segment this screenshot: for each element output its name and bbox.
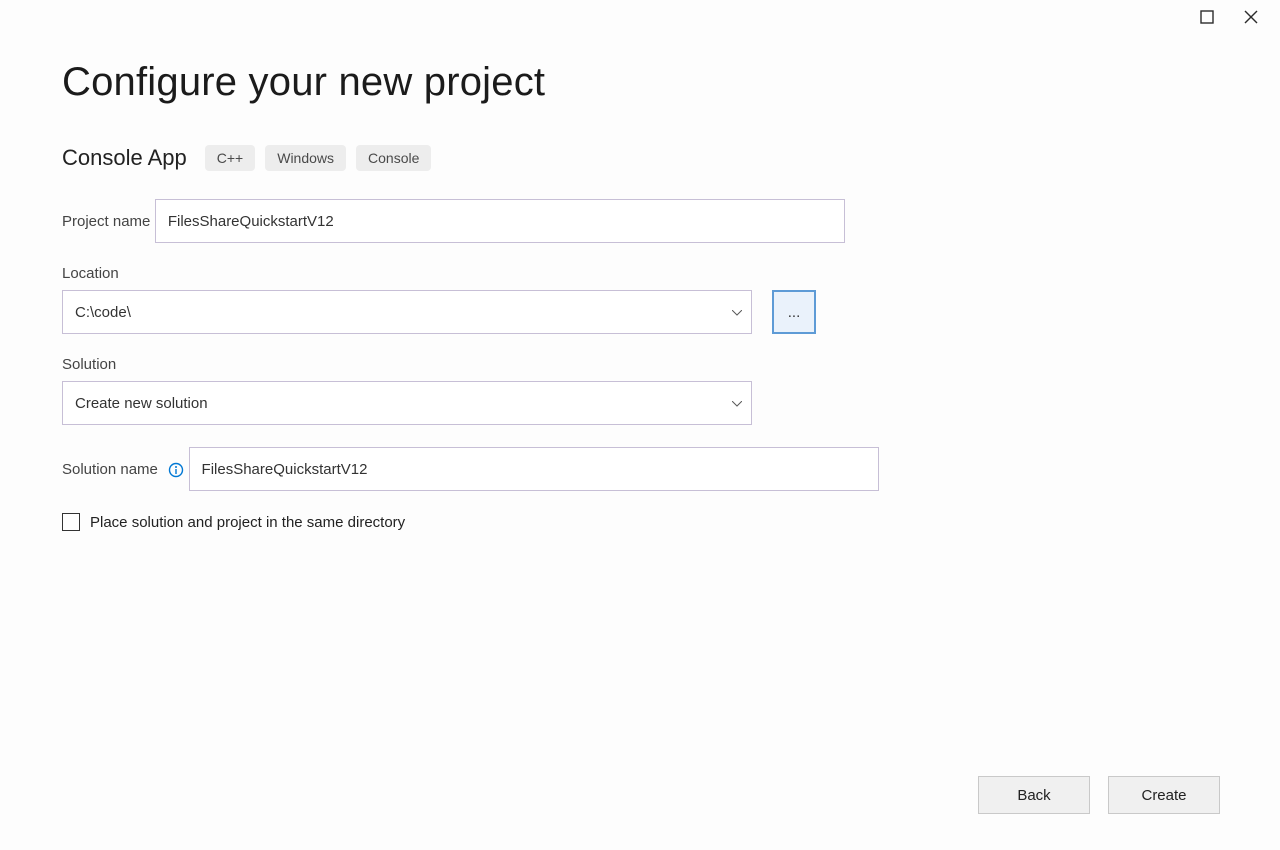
- location-label: Location: [62, 265, 119, 282]
- solution-name-group: Solution name: [62, 447, 1218, 491]
- configure-project-window: Configure your new project Console App C…: [0, 0, 1280, 850]
- solution-name-input[interactable]: [189, 447, 879, 491]
- location-group: Location ...: [62, 265, 1218, 334]
- location-combo[interactable]: [62, 290, 752, 334]
- solution-name-label-text: Solution name: [62, 461, 158, 478]
- solution-name-label: Solution name: [62, 461, 184, 478]
- browse-button[interactable]: ...: [772, 290, 816, 334]
- footer-actions: Back Create: [978, 776, 1220, 814]
- same-directory-row[interactable]: Place solution and project in the same d…: [62, 513, 1218, 531]
- tag-list: C++ Windows Console: [205, 145, 432, 171]
- window-titlebar: [1200, 10, 1262, 28]
- same-directory-label: Place solution and project in the same d…: [90, 514, 405, 531]
- tag-windows: Windows: [265, 145, 346, 171]
- project-template-name: Console App: [62, 145, 187, 171]
- same-directory-checkbox[interactable]: [62, 513, 80, 531]
- maximize-icon[interactable]: [1200, 10, 1218, 28]
- project-name-group: Project name: [62, 199, 1218, 243]
- page-title: Configure your new project: [62, 60, 1218, 105]
- solution-label: Solution: [62, 356, 116, 373]
- content-area: Configure your new project Console App C…: [18, 14, 1262, 531]
- tag-console: Console: [356, 145, 431, 171]
- tag-cpp: C++: [205, 145, 255, 171]
- location-input[interactable]: [62, 290, 752, 334]
- project-name-label: Project name: [62, 213, 150, 230]
- close-icon[interactable]: [1244, 10, 1262, 28]
- solution-input[interactable]: [62, 381, 752, 425]
- solution-combo[interactable]: [62, 381, 752, 425]
- solution-group: Solution: [62, 356, 1218, 425]
- back-button[interactable]: Back: [978, 776, 1090, 814]
- subtitle-row: Console App C++ Windows Console: [62, 145, 1218, 171]
- create-button[interactable]: Create: [1108, 776, 1220, 814]
- project-name-input[interactable]: [155, 199, 845, 243]
- info-icon[interactable]: [168, 462, 184, 478]
